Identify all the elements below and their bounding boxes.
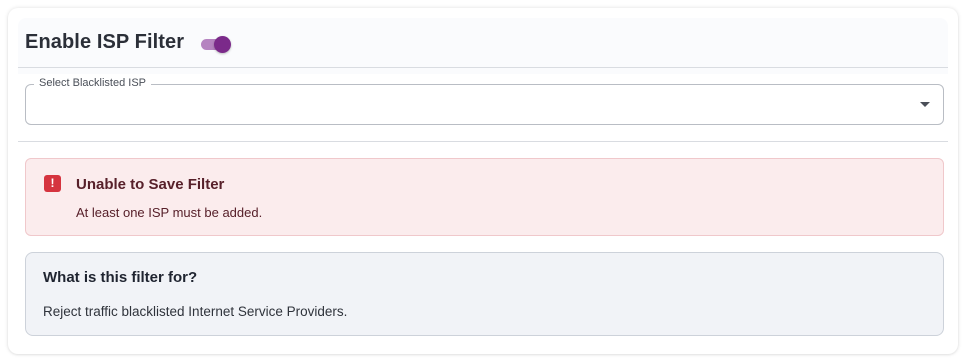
exclamation-icon: !	[44, 175, 61, 192]
section-divider	[18, 141, 948, 142]
info-title: What is this filter for?	[43, 269, 198, 286]
info-panel: What is this filter for? Reject traffic …	[25, 252, 944, 336]
error-alert: ! Unable to Save Filter At least one ISP…	[25, 158, 944, 236]
chevron-down-icon[interactable]	[920, 102, 930, 107]
enable-isp-filter-toggle[interactable]	[201, 33, 231, 55]
alert-title: Unable to Save Filter	[76, 176, 225, 193]
header-divider	[18, 67, 948, 68]
alert-message: At least one ISP must be added.	[76, 205, 263, 220]
blacklisted-isp-select[interactable]: Select Blacklisted ISP	[25, 77, 944, 125]
isp-filter-card: Enable ISP Filter Select Blacklisted ISP…	[8, 8, 958, 354]
page-title: Enable ISP Filter	[25, 31, 185, 53]
select-label: Select Blacklisted ISP	[34, 77, 151, 89]
info-text: Reject traffic blacklisted Internet Serv…	[43, 304, 348, 319]
toggle-thumb	[214, 36, 231, 53]
card-header: Enable ISP Filter	[18, 18, 948, 74]
